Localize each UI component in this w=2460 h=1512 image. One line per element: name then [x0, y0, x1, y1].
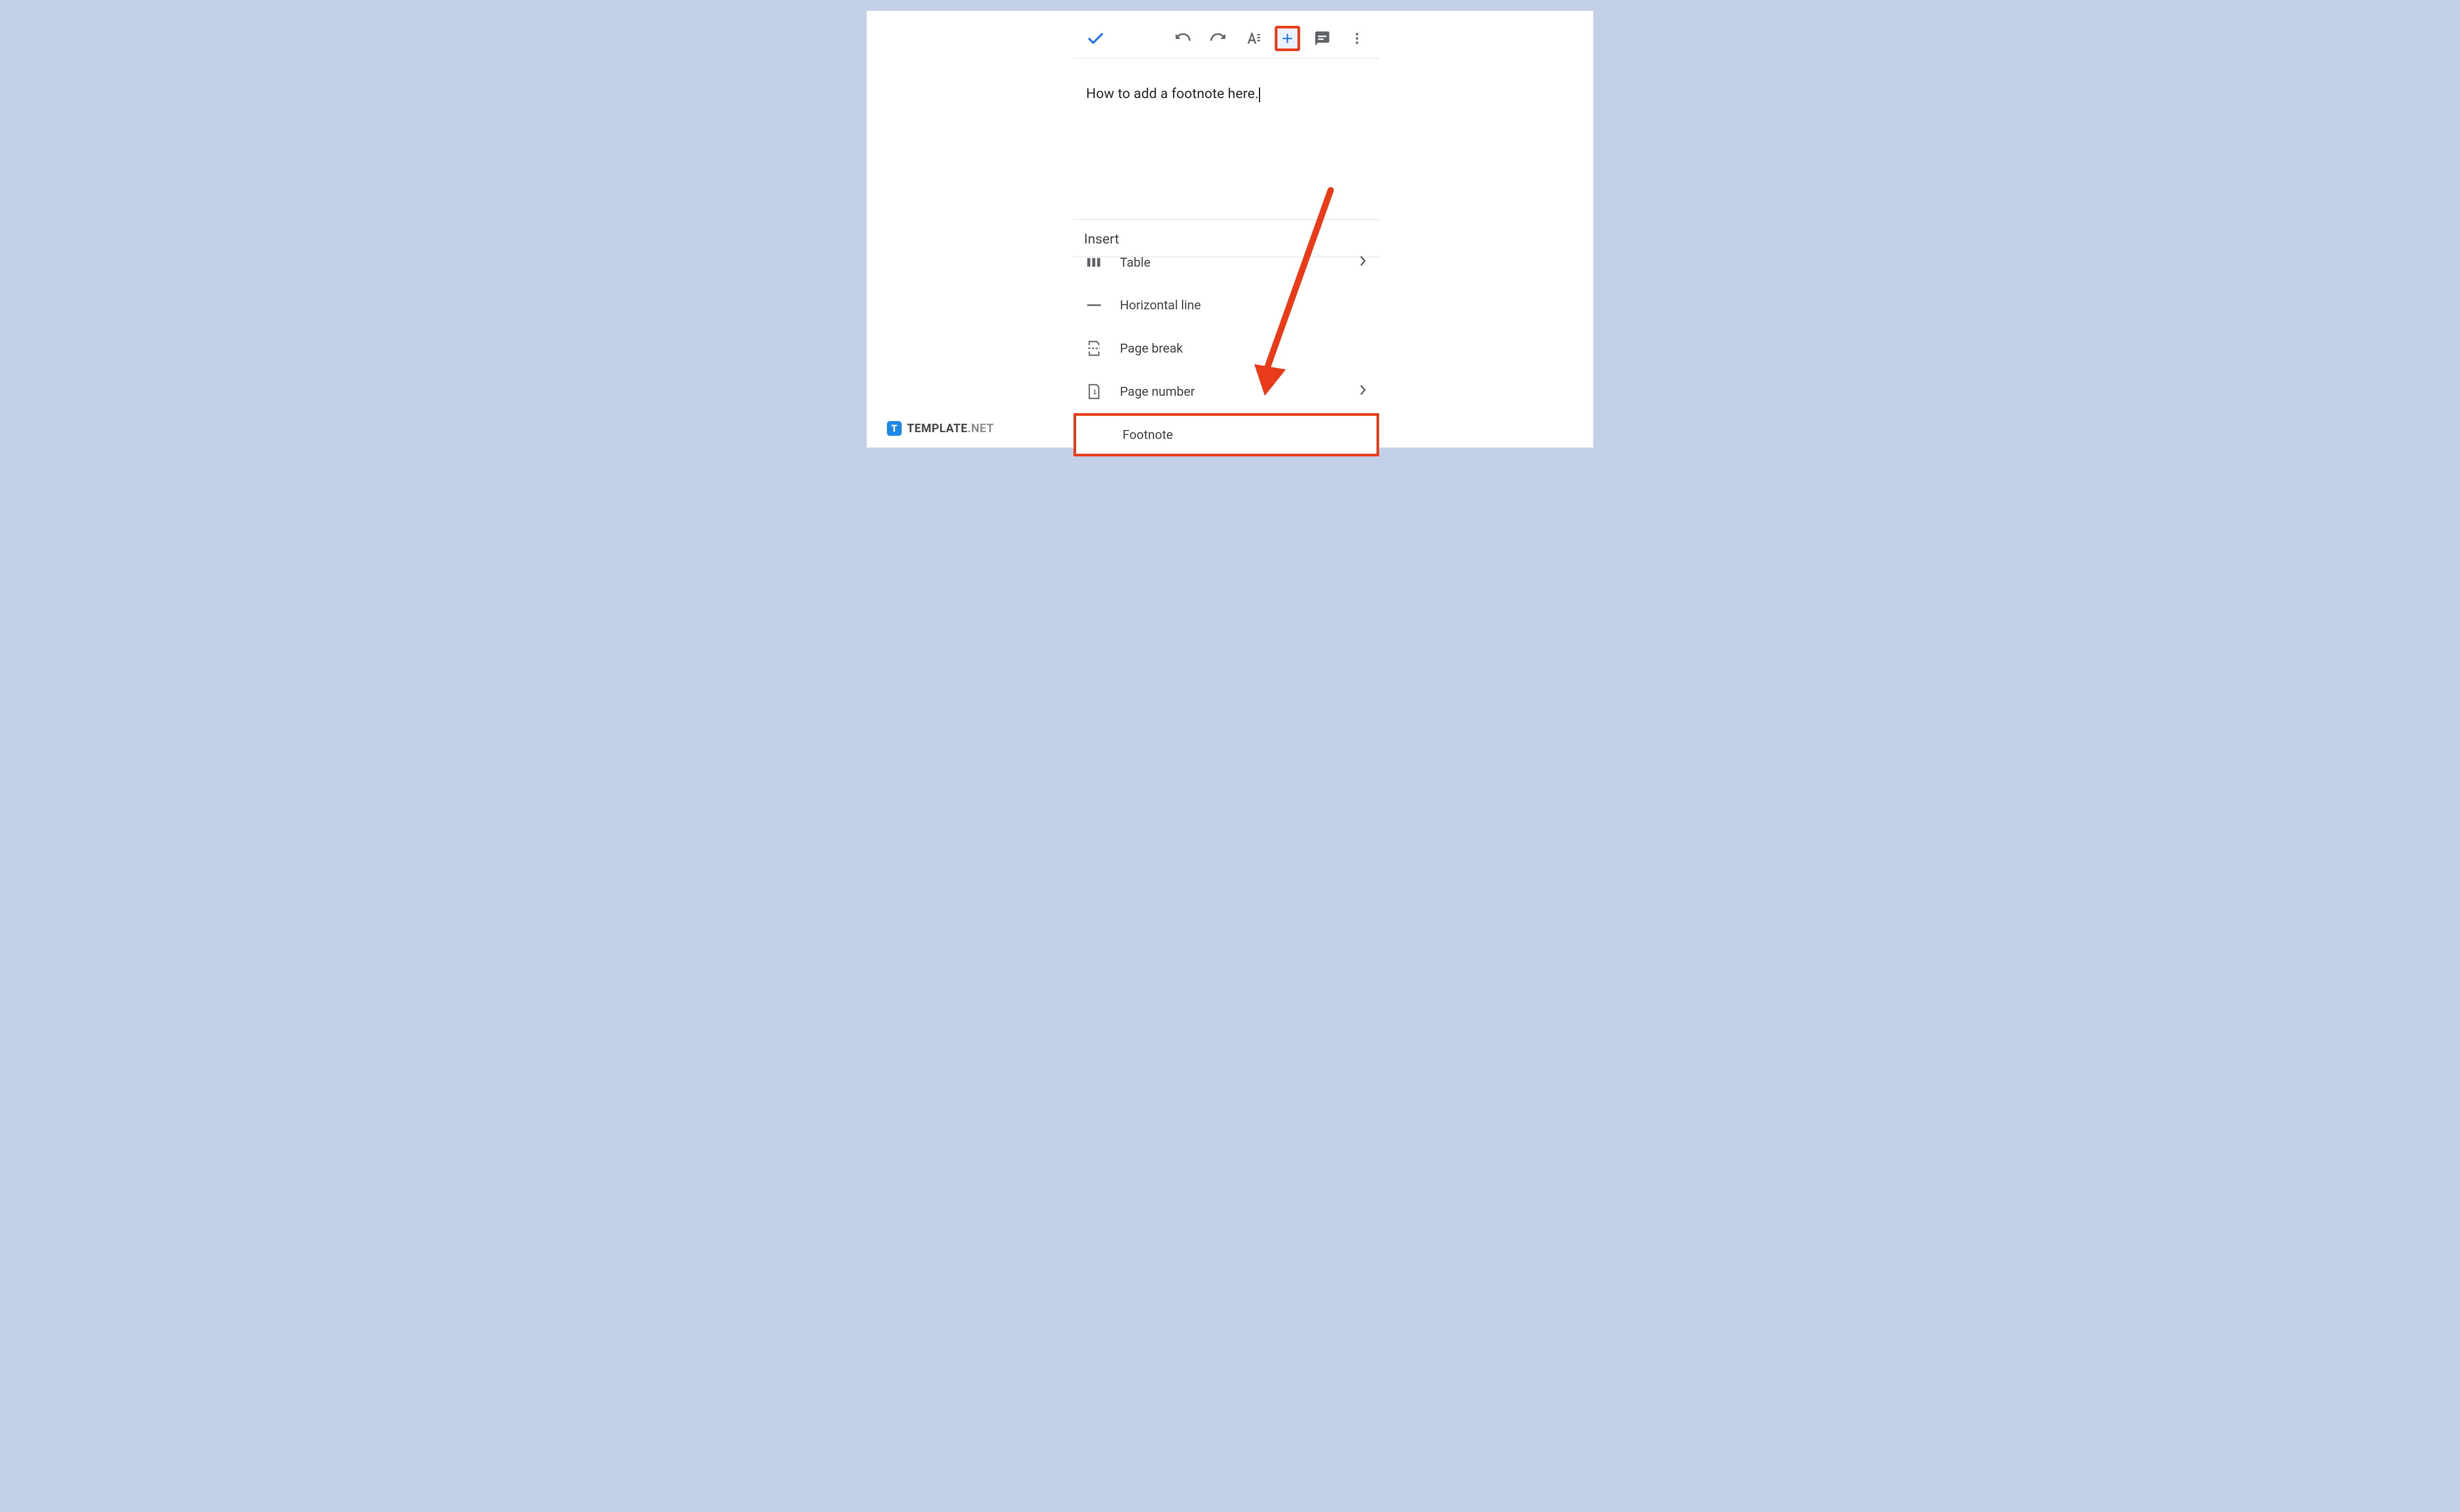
- menu-item-table[interactable]: Table: [1073, 257, 1379, 284]
- more-vert-icon: [1350, 31, 1364, 46]
- menu-item-horizontal-line[interactable]: Horizontal line: [1073, 284, 1379, 327]
- more-button[interactable]: [1344, 26, 1370, 51]
- redo-button[interactable]: [1205, 26, 1231, 51]
- menu-item-page-number[interactable]: 1 Page number: [1073, 370, 1379, 413]
- insert-panel: Insert Table Horizontal line: [1073, 219, 1379, 456]
- undo-icon: [1174, 30, 1192, 47]
- menu-label-footnote: Footnote: [1122, 427, 1364, 442]
- page-break-icon: [1083, 337, 1105, 359]
- insert-menu-list: Table Horizontal line: [1073, 257, 1379, 456]
- check-icon: [1086, 29, 1105, 48]
- editor-toolbar: [1073, 19, 1379, 58]
- plus-icon: [1280, 31, 1295, 46]
- horizontal-line-icon: [1083, 294, 1105, 316]
- chevron-right-icon: [1359, 255, 1366, 270]
- menu-item-page-break[interactable]: Page break: [1073, 327, 1379, 370]
- table-icon: [1083, 257, 1105, 279]
- toolbar-right-group: [1170, 26, 1370, 51]
- menu-label-page-number: Page number: [1120, 384, 1359, 399]
- menu-label-page-break: Page break: [1120, 341, 1366, 356]
- comment-icon: [1314, 30, 1331, 47]
- chevron-right-icon: [1359, 384, 1366, 399]
- done-check-button[interactable]: [1083, 26, 1108, 51]
- menu-label-horizontal-line: Horizontal line: [1120, 298, 1366, 313]
- svg-text:1: 1: [1093, 388, 1097, 396]
- undo-button[interactable]: [1170, 26, 1196, 51]
- watermark-brand: TEMPLATE: [907, 422, 968, 435]
- tutorial-frame: How to add a footnote here. Insert Table: [866, 11, 1594, 448]
- mobile-docs-editor: How to add a footnote here. Insert Table: [1073, 19, 1379, 441]
- document-text: How to add a footnote here.: [1086, 86, 1258, 102]
- watermark: T TEMPLATE.NET: [887, 421, 994, 436]
- menu-label-table: Table: [1120, 255, 1359, 270]
- insert-plus-button[interactable]: [1275, 26, 1300, 51]
- watermark-suffix: .NET: [968, 422, 994, 435]
- document-body[interactable]: How to add a footnote here.: [1073, 58, 1379, 114]
- text-format-icon: [1244, 30, 1262, 47]
- insert-panel-title: Insert: [1073, 220, 1379, 257]
- page-number-icon: 1: [1083, 381, 1105, 403]
- text-format-button[interactable]: [1240, 26, 1265, 51]
- watermark-logo: T: [887, 421, 902, 436]
- toolbar-left-group: [1083, 26, 1156, 51]
- redo-icon: [1209, 30, 1227, 47]
- menu-item-footnote[interactable]: Footnote: [1073, 413, 1379, 456]
- text-cursor: [1259, 87, 1260, 102]
- comment-button[interactable]: [1310, 26, 1335, 51]
